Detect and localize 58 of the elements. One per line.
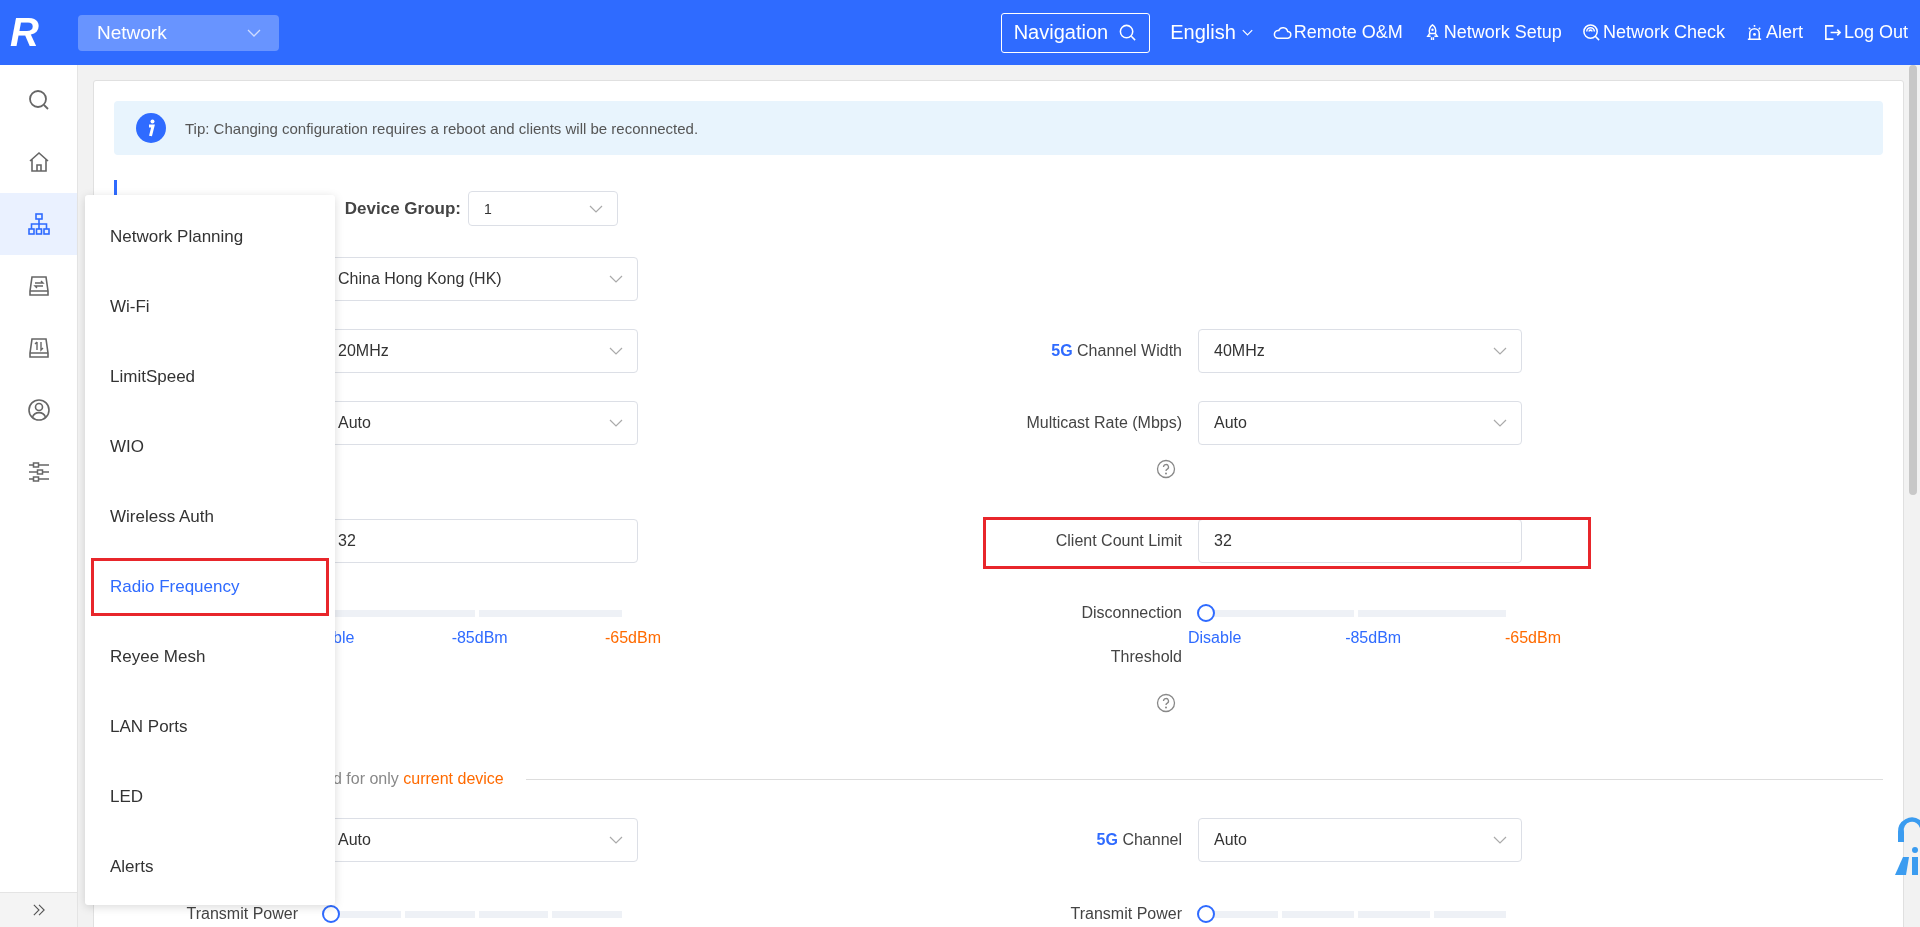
slider-tick-label: -65dBm xyxy=(604,629,661,647)
slider-thumb[interactable] xyxy=(1197,604,1215,622)
chevron-down-icon xyxy=(609,275,623,283)
menu-item[interactable]: Reyee Mesh xyxy=(85,622,335,692)
network-scan-icon xyxy=(1581,23,1601,42)
menu-item[interactable]: LAN Ports xyxy=(85,692,335,762)
chevron-down-icon xyxy=(609,836,623,844)
field-label: 5G Channel xyxy=(1096,830,1182,850)
header-link[interactable]: Remote O&M xyxy=(1272,22,1403,43)
header-link[interactable]: Log Out xyxy=(1822,22,1908,43)
help-icon[interactable] xyxy=(1156,459,1176,479)
scrollbar[interactable] xyxy=(1909,65,1917,495)
select-field[interactable]: Auto xyxy=(1198,401,1522,445)
slider-tick-label: -85dBm xyxy=(1345,629,1402,647)
field-label: 5G Channel Width xyxy=(1051,341,1182,361)
slider-tick-label: Disable xyxy=(1188,629,1242,647)
header-link[interactable]: Network Setup xyxy=(1422,22,1562,43)
select-field[interactable]: Auto xyxy=(1198,818,1522,862)
logo[interactable]: R xyxy=(10,10,62,55)
field-label: Transmit Power xyxy=(1070,904,1182,924)
navigation-button[interactable]: Navigation xyxy=(1000,12,1151,53)
sliders-icon xyxy=(26,460,51,484)
slider-tick-label: -65dBm xyxy=(1504,629,1561,647)
language-select[interactable]: English xyxy=(1170,21,1253,44)
field-label: Client Count Limit xyxy=(1055,531,1182,551)
search-icon xyxy=(26,88,51,112)
header-link[interactable]: Network Check xyxy=(1581,22,1725,43)
input-field[interactable]: 32 xyxy=(1198,519,1522,563)
field-label: Disconnection Threshold xyxy=(1080,603,1182,667)
info-icon xyxy=(136,113,166,143)
section-marker xyxy=(114,180,117,196)
chevron-down-icon xyxy=(589,204,603,213)
sitemap-icon xyxy=(26,212,51,236)
chevron-down-icon xyxy=(609,347,623,355)
slider-thumb[interactable] xyxy=(1197,905,1215,923)
chevron-down-icon xyxy=(1493,836,1507,844)
field-label: Device Group: xyxy=(344,199,461,219)
chevron-down-icon xyxy=(609,419,623,427)
field-label: Transmit Power xyxy=(186,904,298,924)
chevron-down-icon xyxy=(1241,29,1253,36)
chevron-down-icon xyxy=(1493,419,1507,427)
logout-icon xyxy=(1822,23,1842,42)
slider-thumb[interactable] xyxy=(322,905,340,923)
device-sync-icon xyxy=(26,274,51,298)
device-arrows-icon xyxy=(26,336,51,360)
chevron-down-icon xyxy=(247,28,261,37)
field-label: Multicast Rate (Mbps) xyxy=(1026,413,1182,433)
sidebar-item[interactable] xyxy=(0,193,77,255)
tip-text: Tip: Changing configuration requires a reboot and clients will be reconnected. xyxy=(185,119,699,137)
double-chevron-icon xyxy=(31,904,46,916)
user-icon xyxy=(26,398,51,422)
help-icon[interactable] xyxy=(1156,693,1176,713)
header-link[interactable]: Alert xyxy=(1744,22,1803,43)
select-field[interactable]: 40MHz xyxy=(1198,329,1522,373)
search-icon xyxy=(1118,23,1138,42)
chevron-down-icon xyxy=(1493,347,1507,355)
select-field[interactable]: 1 xyxy=(468,191,618,226)
slider-tick-label: -85dBm xyxy=(451,629,508,647)
